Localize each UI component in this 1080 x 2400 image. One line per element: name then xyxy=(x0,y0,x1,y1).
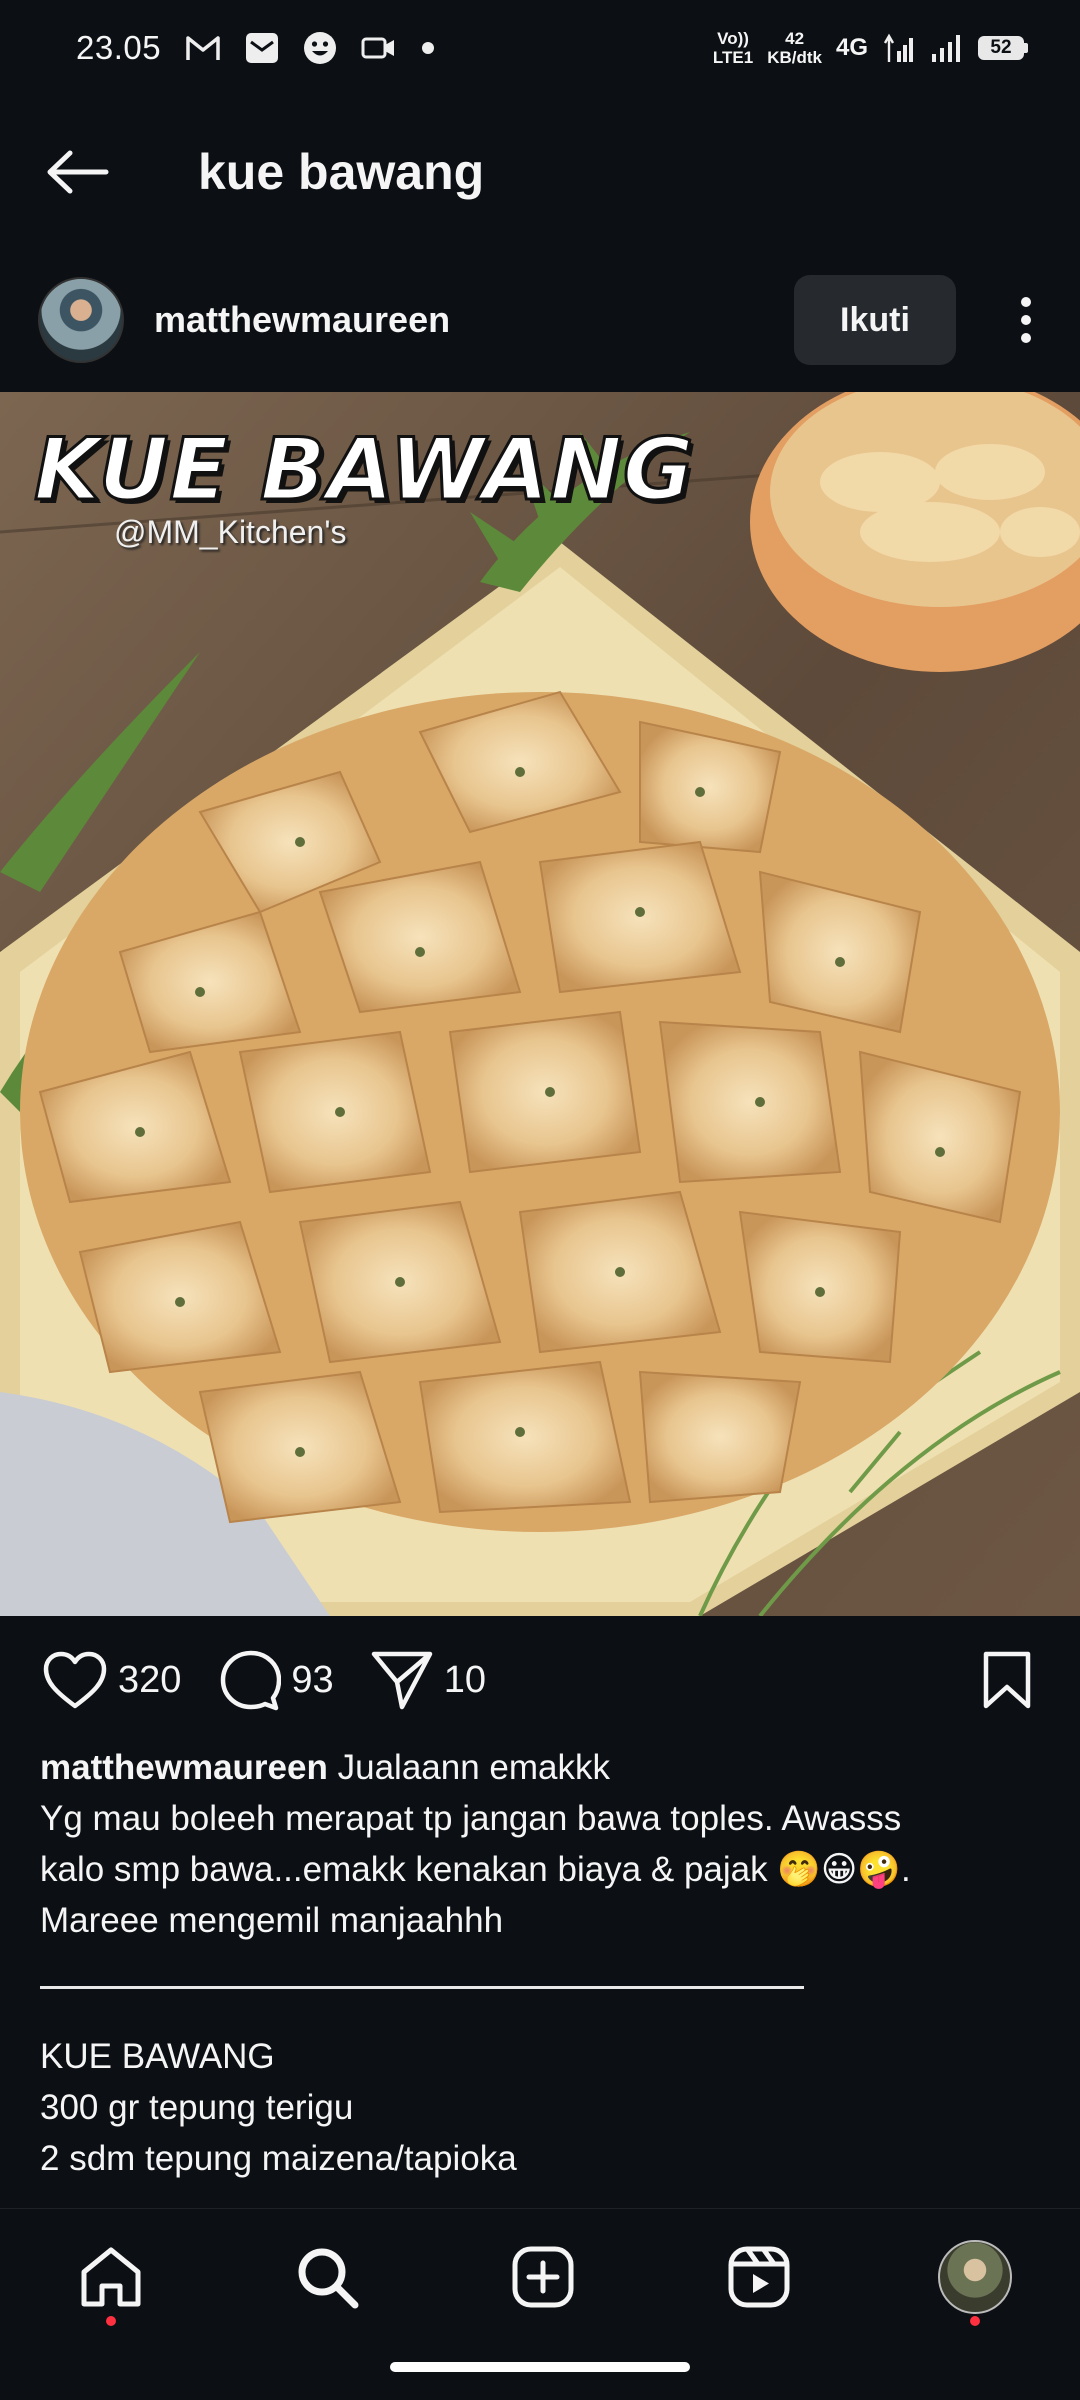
profile-avatar xyxy=(938,2240,1012,2314)
screen: 23.05 Vo)) LTE1 42 KB/dtk 4G 52 kue bawa… xyxy=(0,0,1080,2400)
speed-unit: KB/dtk xyxy=(767,48,822,67)
more-notifications-dot-icon xyxy=(421,41,435,55)
arrow-left-icon xyxy=(47,150,109,194)
caption-line: Yg mau boleeh merapat tp jangan bawa top… xyxy=(40,1799,902,1838)
page-title: kue bawang xyxy=(198,144,485,200)
share-count[interactable]: 10 xyxy=(444,1659,486,1702)
share-button[interactable]: 10 xyxy=(370,1649,486,1711)
caption-username[interactable]: matthewmaureen xyxy=(40,1748,328,1787)
mail-icon xyxy=(245,32,279,64)
caption-line: kalo smp bawa...emakk kenakan biaya & pa… xyxy=(40,1850,911,1889)
profile-notification-dot xyxy=(970,2316,980,2326)
reels-icon xyxy=(728,2246,790,2308)
recipe-line: 2 sdm tepung maizena/tapioka xyxy=(40,2139,517,2178)
recipe-line: KUE BAWANG xyxy=(40,2037,275,2076)
recipe-block: KUE BAWANG 300 gr tepung terigu 2 sdm te… xyxy=(40,2031,1040,2184)
back-button[interactable] xyxy=(28,122,128,222)
nav-reels[interactable] xyxy=(720,2238,798,2316)
post-caption: matthewmaureen Jualaann emakkk Yg mau bo… xyxy=(40,1742,1040,2184)
home-indicator-bar[interactable] xyxy=(390,2362,690,2372)
more-options-button[interactable] xyxy=(996,275,1056,365)
top-header: kue bawang xyxy=(0,120,1080,224)
bottom-nav-row xyxy=(0,2215,1080,2339)
like-button[interactable]: 320 xyxy=(42,1650,181,1710)
status-left: 23.05 xyxy=(76,29,435,67)
battery-level: 52 xyxy=(978,36,1024,60)
caption-first-line: matthewmaureen Jualaann emakkk xyxy=(40,1742,1040,1793)
status-bar: 23.05 Vo)) LTE1 42 KB/dtk 4G 52 xyxy=(0,0,1080,96)
nav-profile[interactable] xyxy=(936,2238,1014,2326)
image-overlay-title: KUE BAWANG xyxy=(32,419,695,522)
volte-top: Vo)) xyxy=(717,29,749,48)
comment-button[interactable]: 93 xyxy=(217,1648,334,1712)
emoji-notification-icon xyxy=(303,31,337,65)
status-time: 23.05 xyxy=(76,29,162,66)
bookmark-icon xyxy=(983,1651,1031,1709)
image-overlay-handle: @MM_Kitchen's xyxy=(114,514,347,550)
battery-tip xyxy=(1024,43,1028,53)
battery-icon: 52 xyxy=(978,36,1028,60)
network-speed: 42 KB/dtk xyxy=(767,29,822,67)
like-count[interactable]: 320 xyxy=(118,1659,181,1702)
speed-value: 42 xyxy=(785,29,805,48)
caption-line: Mareee mengemil manjaahhh xyxy=(40,1901,504,1940)
post-username[interactable]: matthewmaureen xyxy=(154,299,450,341)
caption-divider xyxy=(40,1986,804,1989)
nav-home[interactable] xyxy=(72,2238,150,2326)
nav-search[interactable] xyxy=(288,2238,366,2316)
volte-bottom: LTE1 xyxy=(712,48,754,67)
search-icon xyxy=(298,2248,359,2309)
heart-icon xyxy=(43,1651,107,1709)
signal-data-icon xyxy=(882,33,916,63)
video-call-icon xyxy=(361,34,397,62)
signal-icon xyxy=(930,33,964,63)
comment-count[interactable]: 93 xyxy=(291,1659,333,1702)
network-type: 4G xyxy=(835,34,868,61)
nav-create[interactable] xyxy=(504,2238,582,2316)
gmail-icon xyxy=(185,34,221,62)
home-notification-dot xyxy=(106,2316,116,2326)
post-actions: 320 93 10 xyxy=(0,1640,1080,1720)
speech-bubble-icon xyxy=(221,1650,282,1711)
status-right: Vo)) LTE1 42 KB/dtk 4G 52 xyxy=(713,29,1028,67)
recipe-line: 300 gr tepung terigu xyxy=(40,2088,354,2127)
plus-square-icon xyxy=(512,2246,574,2308)
paper-plane-icon xyxy=(371,1651,432,1710)
avatar[interactable] xyxy=(38,277,124,363)
post-image[interactable]: KUE BAWANG @MM_Kitchen's xyxy=(0,392,1080,1616)
follow-button[interactable]: Ikuti xyxy=(794,275,956,365)
caption-first-text: Jualaann emakkk xyxy=(337,1748,610,1787)
volte-indicator: Vo)) LTE1 xyxy=(713,29,753,67)
vertical-dots-icon xyxy=(1021,297,1031,343)
save-button[interactable] xyxy=(982,1650,1032,1710)
bottom-nav xyxy=(0,2208,1080,2400)
home-icon xyxy=(81,2247,141,2307)
post-header: matthewmaureen Ikuti xyxy=(0,268,1080,372)
food-photo xyxy=(0,392,1080,1616)
